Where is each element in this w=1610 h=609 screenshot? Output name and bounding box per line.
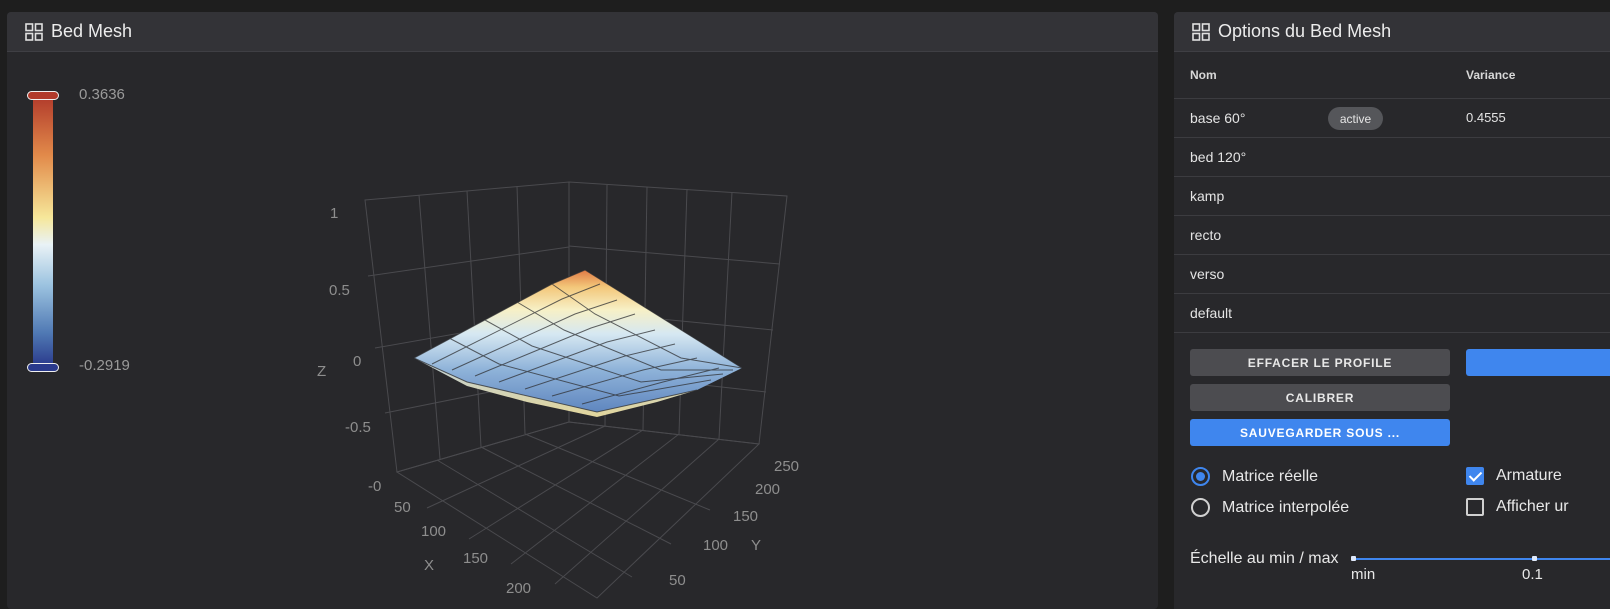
real-matrix-radio[interactable]: Matrice réelle bbox=[1191, 467, 1318, 486]
save-as-button[interactable]: SAUVEGARDER SOUS ... bbox=[1190, 419, 1450, 446]
scale-slider-max-label: 0.1 bbox=[1522, 566, 1543, 583]
status-badge: active bbox=[1328, 107, 1383, 130]
panel-title: Bed Mesh bbox=[51, 21, 133, 41]
table-row[interactable]: base 60° active 0.4555 bbox=[1174, 99, 1610, 138]
load-profile-button[interactable] bbox=[1466, 349, 1610, 376]
profiles-table-header: Nom Variance bbox=[1174, 52, 1610, 99]
scale-min-max-label: Échelle au min / max bbox=[1190, 550, 1339, 567]
z-tick: -0 bbox=[368, 478, 381, 495]
profile-name: bed 120° bbox=[1190, 149, 1247, 165]
profile-name: verso bbox=[1190, 266, 1225, 282]
x-tick: 100 bbox=[421, 523, 446, 540]
scale-slider-min-thumb[interactable] bbox=[1351, 556, 1356, 561]
y-axis-label: Y bbox=[751, 537, 761, 554]
bed-mesh-header: Bed Mesh bbox=[7, 12, 1158, 52]
x-axis-label: X bbox=[424, 557, 434, 574]
z-tick: -0.5 bbox=[345, 419, 371, 436]
interpolated-matrix-radio[interactable]: Matrice interpolée bbox=[1191, 498, 1349, 517]
z-tick: 0 bbox=[353, 353, 361, 370]
radio-checked-icon[interactable] bbox=[1191, 467, 1210, 486]
table-row[interactable]: verso bbox=[1174, 255, 1610, 294]
z-tick: 1 bbox=[330, 205, 338, 222]
y-tick: 100 bbox=[703, 537, 728, 554]
y-tick: 200 bbox=[755, 481, 780, 498]
bed-mesh-options-header: Options du Bed Mesh bbox=[1174, 12, 1610, 52]
clear-profile-button[interactable]: EFFACER LE PROFILE bbox=[1190, 349, 1450, 376]
wireframe-label: Armature bbox=[1496, 467, 1562, 484]
scale-slider-max-thumb[interactable] bbox=[1532, 556, 1537, 561]
table-row[interactable]: default bbox=[1174, 294, 1610, 333]
interpolated-matrix-label: Matrice interpolée bbox=[1222, 498, 1350, 516]
show-checkbox[interactable]: Afficher ur bbox=[1466, 498, 1569, 516]
column-name: Nom bbox=[1190, 68, 1217, 82]
profile-name: recto bbox=[1190, 227, 1222, 243]
profile-variance: 0.4555 bbox=[1466, 110, 1506, 125]
y-axis-ticks: 250 200 150 100 50 Y bbox=[669, 458, 799, 589]
panel-title: Options du Bed Mesh bbox=[1218, 21, 1392, 41]
x-tick: 150 bbox=[463, 550, 488, 567]
y-tick: 150 bbox=[733, 508, 758, 525]
show-label: Afficher ur bbox=[1496, 498, 1569, 515]
radio-unchecked-icon[interactable] bbox=[1191, 498, 1210, 517]
scale-slider-track[interactable] bbox=[1352, 558, 1610, 560]
table-row[interactable]: bed 120° bbox=[1174, 138, 1610, 177]
y-tick: 250 bbox=[774, 458, 799, 475]
bed-mesh-options-panel: Options du Bed Mesh Nom Variance base 60… bbox=[1174, 12, 1610, 609]
z-axis-label: Z bbox=[317, 363, 326, 380]
grid-icon bbox=[25, 22, 43, 41]
table-row[interactable]: recto bbox=[1174, 216, 1610, 255]
profile-name: default bbox=[1190, 305, 1233, 321]
x-tick: 50 bbox=[394, 499, 411, 516]
z-axis-ticks: 1 0.5 0 -0.5 -0 Z bbox=[317, 205, 381, 495]
wireframe-checkbox[interactable]: Armature bbox=[1466, 467, 1562, 485]
checkbox-checked-icon[interactable] bbox=[1466, 467, 1484, 485]
bed-mesh-panel: Bed Mesh 0.3636 -0.2919 1 0.5 0 -0.5 -0 … bbox=[7, 12, 1158, 609]
table-row[interactable]: kamp bbox=[1174, 177, 1610, 216]
calibrate-button[interactable]: CALIBRER bbox=[1190, 384, 1450, 411]
grid-icon bbox=[1192, 22, 1210, 41]
column-variance: Variance bbox=[1466, 68, 1516, 82]
profile-name: base 60° bbox=[1190, 110, 1246, 126]
x-tick: 200 bbox=[506, 580, 531, 597]
mesh-surface bbox=[413, 269, 743, 417]
real-matrix-label: Matrice réelle bbox=[1222, 467, 1319, 485]
z-tick: 0.5 bbox=[329, 282, 350, 299]
checkbox-unchecked-icon[interactable] bbox=[1466, 498, 1484, 516]
scale-slider-min-label: min bbox=[1351, 566, 1376, 583]
y-tick: 50 bbox=[669, 572, 686, 589]
mesh-3d-plot[interactable]: 1 0.5 0 -0.5 -0 Z 50 100 150 200 X 250 2… bbox=[7, 52, 1158, 609]
profile-name: kamp bbox=[1190, 188, 1225, 204]
